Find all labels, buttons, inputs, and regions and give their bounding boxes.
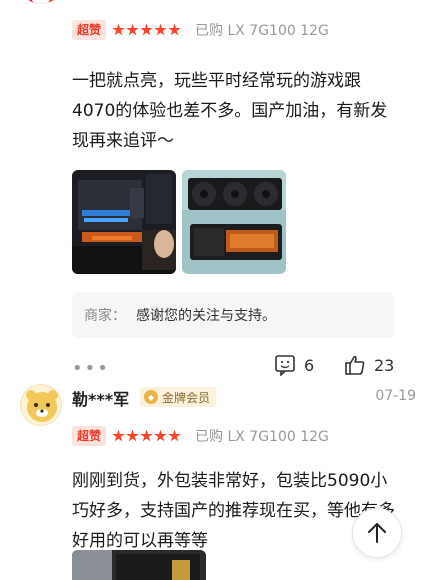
- review-meta: 超赞 已购 LX 7G100 12G: [0, 422, 438, 450]
- reviewer-name: 勒***军: [72, 390, 130, 409]
- star-icon: [126, 23, 139, 36]
- reply-author: 商家：: [84, 308, 126, 324]
- star-icon: [112, 429, 125, 442]
- star-icon: [140, 429, 153, 442]
- purchased-variant: 已购 LX 7G100 12G: [195, 429, 329, 445]
- star-icon: [154, 429, 167, 442]
- arrow-up-icon: [368, 523, 386, 543]
- purchased-variant: 已购 LX 7G100 12G: [195, 23, 329, 39]
- review-card: 超赞 已购 LX 7G100 12G 一把就点亮，玩些平时经常玩的游戏跟4070…: [0, 0, 438, 390]
- star-rating: [112, 23, 181, 37]
- avatar[interactable]: [20, 384, 62, 426]
- thumbs-up-icon: [345, 355, 365, 375]
- review-content: 一把就点亮，玩些平时经常玩的游戏跟4070的体验也差不多。国产加油，有新发现再来…: [72, 71, 388, 151]
- review-photo-graphics-cards[interactable]: [182, 170, 286, 274]
- review-date: 07-19: [375, 388, 416, 404]
- member-badge-label: 金牌会员: [162, 390, 211, 405]
- merchant-reply: 商家： 感谢您的关注与支持。: [72, 292, 394, 338]
- avatar[interactable]: [20, 0, 62, 4]
- review-photo-pc-build[interactable]: [72, 170, 176, 274]
- like-count: 23: [374, 355, 395, 375]
- like-button[interactable]: 23: [344, 354, 394, 376]
- star-icon: [126, 429, 139, 442]
- gold-member-icon: ◆: [144, 390, 158, 404]
- comment-count: 6: [304, 355, 315, 375]
- member-badge: ◆ 金牌会员: [140, 387, 217, 407]
- reply-text: 感谢您的关注与支持。: [136, 308, 276, 324]
- rating-tag: 超赞: [72, 20, 107, 40]
- star-icon: [112, 23, 125, 36]
- more-dots-icon[interactable]: •••: [72, 358, 110, 379]
- review-photos: [0, 170, 438, 274]
- star-icon: [140, 23, 153, 36]
- star-icon: [168, 23, 181, 36]
- rating-tag: 超赞: [72, 426, 107, 446]
- comment-button[interactable]: 6: [274, 354, 314, 376]
- star-icon: [154, 23, 167, 36]
- star-rating: [112, 429, 181, 443]
- scroll-to-top-button[interactable]: [352, 508, 402, 558]
- review-photo[interactable]: [72, 550, 206, 580]
- star-icon: [168, 429, 181, 442]
- review-meta: 超赞 已购 LX 7G100 12G: [0, 16, 438, 44]
- comment-icon: [275, 355, 295, 376]
- review-header: 勒***军 ◆ 金牌会员 07-19: [0, 378, 438, 426]
